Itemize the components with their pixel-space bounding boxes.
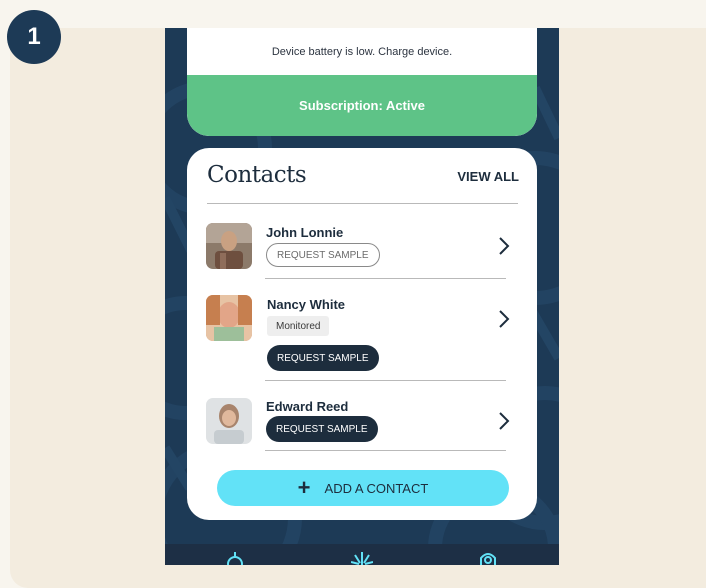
chevron-right-icon[interactable]: [497, 411, 511, 431]
chevron-right-icon[interactable]: [497, 309, 511, 329]
contacts-title: Contacts: [207, 162, 307, 188]
monitored-badge: Monitored: [267, 316, 330, 336]
divider: [265, 380, 506, 381]
activity-icon[interactable]: [351, 552, 373, 565]
divider: [207, 203, 518, 204]
request-sample-button[interactable]: REQUEST SAMPLE: [267, 345, 379, 371]
contacts-card: Contacts VIEW ALL John Lonnie REQUEST SA…: [187, 148, 537, 520]
view-all-link[interactable]: VIEW ALL: [457, 169, 519, 184]
contact-row-john-lonnie[interactable]: John Lonnie REQUEST SAMPLE: [187, 220, 537, 280]
battery-warning-text: Device battery is low. Charge device.: [271, 46, 453, 58]
plus-icon: +: [297, 475, 311, 500]
divider: [265, 278, 506, 279]
chevron-right-icon[interactable]: [497, 236, 511, 256]
divider: [265, 450, 506, 451]
bottom-tab-bar: [165, 544, 559, 565]
subscription-status-bar: Subscription: Active: [187, 75, 537, 136]
subscription-label: Subscription: Active: [299, 98, 425, 113]
avatar: [206, 295, 252, 341]
contact-row-nancy-white[interactable]: Nancy White Monitored REQUEST SAMPLE: [187, 293, 537, 383]
request-sample-label: REQUEST SAMPLE: [277, 249, 369, 261]
add-contact-label: ADD A CONTACT: [324, 480, 429, 496]
avatar: [206, 223, 252, 269]
contact-name: Nancy White: [267, 297, 346, 312]
contact-name: Edward Reed: [266, 399, 349, 414]
add-contact-button[interactable]: + ADD A CONTACT: [217, 470, 509, 506]
contact-name: John Lonnie: [266, 225, 344, 240]
contact-row-edward-reed[interactable]: Edward Reed REQUEST SAMPLE: [187, 396, 537, 456]
device-icon[interactable]: [225, 552, 245, 565]
step-number-badge: 1: [7, 10, 61, 64]
request-sample-button[interactable]: REQUEST SAMPLE: [266, 416, 378, 442]
device-status-card: Device battery is low. Charge device. Su…: [187, 28, 537, 136]
avatar: [206, 398, 252, 444]
request-sample-label: REQUEST SAMPLE: [277, 352, 369, 364]
request-sample-button[interactable]: REQUEST SAMPLE: [266, 243, 380, 267]
request-sample-label: REQUEST SAMPLE: [276, 423, 368, 435]
settings-icon[interactable]: [477, 552, 499, 565]
phone-screen: Device battery is low. Charge device. Su…: [165, 28, 559, 565]
